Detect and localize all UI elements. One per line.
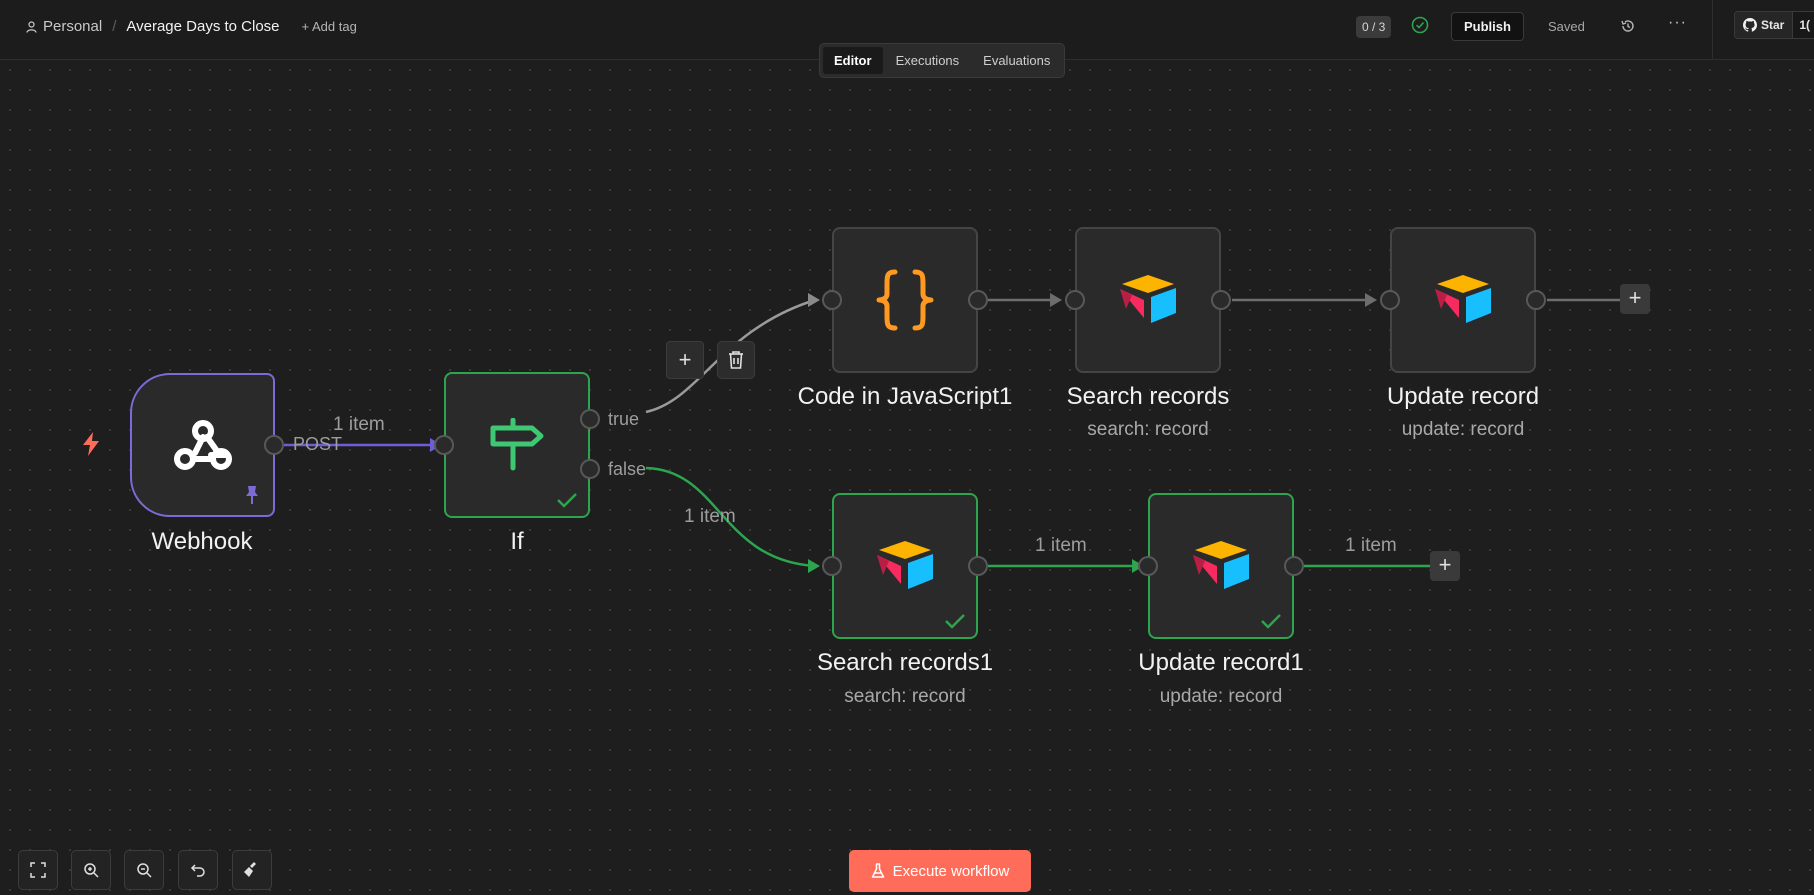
code-braces-icon (876, 269, 934, 331)
github-star-button[interactable]: Star 1( (1734, 11, 1814, 39)
add-tag-button[interactable]: + Add tag (302, 19, 357, 34)
search-input-handle[interactable] (1065, 290, 1085, 310)
update-add-next-button[interactable]: + (1620, 284, 1650, 314)
node-update-record[interactable] (1390, 227, 1536, 373)
zoom-out-icon (137, 863, 152, 878)
node-search-records1[interactable] (832, 493, 978, 639)
success-check-icon (557, 493, 577, 508)
node-update-record1[interactable] (1148, 493, 1294, 639)
workspace-label: Personal (43, 18, 103, 35)
tab-evaluations[interactable]: Evaluations (972, 47, 1061, 74)
edge-delete-button[interactable] (717, 341, 755, 379)
zoom-out-button[interactable] (124, 850, 164, 890)
success-check-icon (945, 614, 965, 629)
github-icon (1743, 18, 1757, 32)
airtable-icon (1120, 275, 1176, 323)
code-label: Code in JavaScript1 (797, 383, 1013, 410)
search1-subtitle: search: record (844, 686, 966, 707)
tab-executions[interactable]: Executions (885, 47, 971, 74)
search1-output-handle[interactable] (968, 556, 988, 576)
code-output-handle[interactable] (968, 290, 988, 310)
pin-icon (246, 486, 258, 504)
search1-label: Search records1 (816, 649, 994, 676)
arrow-code-search (1050, 293, 1062, 307)
success-check-icon (1261, 614, 1281, 629)
if-true-handle[interactable] (580, 409, 600, 429)
update-label: Update record (1386, 383, 1540, 410)
breadcrumb-separator: / (112, 18, 117, 35)
zoom-in-button[interactable] (71, 850, 111, 890)
update1-label: Update record1 (1138, 649, 1304, 676)
update1-out-item-count: 1 item (1345, 535, 1397, 556)
fit-view-button[interactable] (18, 850, 58, 890)
trash-icon (729, 351, 743, 369)
update1-output-handle[interactable] (1284, 556, 1304, 576)
check-circle-icon[interactable] (1411, 16, 1429, 34)
code-input-handle[interactable] (822, 290, 842, 310)
arrow-if-code (808, 293, 820, 307)
arrow-if-search1 (808, 559, 820, 573)
zoom-in-icon (84, 863, 99, 878)
search-subtitle: search: record (1087, 419, 1209, 440)
update-subtitle: update: record (1401, 419, 1525, 440)
airtable-icon (1193, 541, 1249, 589)
search1-input-handle[interactable] (822, 556, 842, 576)
history-icon[interactable] (1620, 18, 1636, 34)
airtable-icon (877, 541, 933, 589)
save-status: Saved (1548, 19, 1585, 34)
fit-view-icon (30, 862, 46, 878)
update1-add-next-button[interactable]: + (1430, 551, 1460, 581)
github-star-label-wrap: Star (1735, 12, 1793, 38)
arrow-search-update (1365, 293, 1377, 307)
if-false-label: false (608, 459, 647, 479)
trigger-bolt-icon (83, 432, 99, 456)
tab-editor[interactable]: Editor (823, 47, 883, 74)
execute-workflow-label: Execute workflow (892, 862, 1010, 880)
if-input-handle[interactable] (434, 435, 454, 455)
update-input-handle[interactable] (1380, 290, 1400, 310)
webhook-output-handle[interactable] (264, 435, 284, 455)
execute-workflow-button[interactable]: Execute workflow (849, 850, 1031, 892)
node-search-records[interactable] (1075, 227, 1221, 373)
webhook-label: Webhook (151, 528, 253, 555)
signpost-icon (490, 418, 544, 471)
if-true-label: true (608, 409, 640, 429)
webhook-if-item-count: 1 item (333, 414, 385, 435)
edge-add-node-button[interactable]: + (666, 341, 704, 379)
flask-icon (871, 863, 884, 878)
tidy-up-button[interactable] (232, 850, 272, 890)
update-output-handle[interactable] (1526, 290, 1546, 310)
publish-button[interactable]: Publish (1451, 12, 1524, 41)
webhook-method-label: POST (293, 434, 343, 454)
broom-icon (244, 862, 256, 877)
if-label: If (510, 528, 524, 555)
search-label: Search records (1066, 383, 1230, 410)
active-counter-badge[interactable]: 0 / 3 (1356, 16, 1392, 38)
user-icon (26, 20, 37, 33)
airtable-icon (1435, 275, 1491, 323)
node-code[interactable] (832, 227, 978, 373)
undo-button[interactable] (178, 850, 218, 890)
breadcrumb: Personal / Average Days to Close + Add t… (26, 18, 357, 35)
if-false-handle[interactable] (580, 459, 600, 479)
if-false-item-count: 1 item (684, 506, 736, 527)
node-webhook[interactable] (130, 373, 275, 517)
breadcrumb-workspace[interactable]: Personal (26, 18, 102, 35)
update1-input-handle[interactable] (1138, 556, 1158, 576)
undo-icon (190, 864, 205, 877)
search-output-handle[interactable] (1211, 290, 1231, 310)
webhook-icon (173, 420, 232, 470)
github-star-label: Star (1761, 18, 1785, 32)
node-if[interactable] (444, 372, 590, 518)
update1-subtitle: update: record (1159, 686, 1283, 707)
view-tabs: Editor Executions Evaluations (819, 43, 1066, 78)
workflow-title[interactable]: Average Days to Close (126, 18, 279, 35)
header-divider (1712, 0, 1713, 59)
more-options-icon[interactable]: ··· (1668, 14, 1687, 32)
search1-update1-item-count: 1 item (1035, 535, 1087, 556)
github-star-count: 1( (1792, 12, 1814, 38)
